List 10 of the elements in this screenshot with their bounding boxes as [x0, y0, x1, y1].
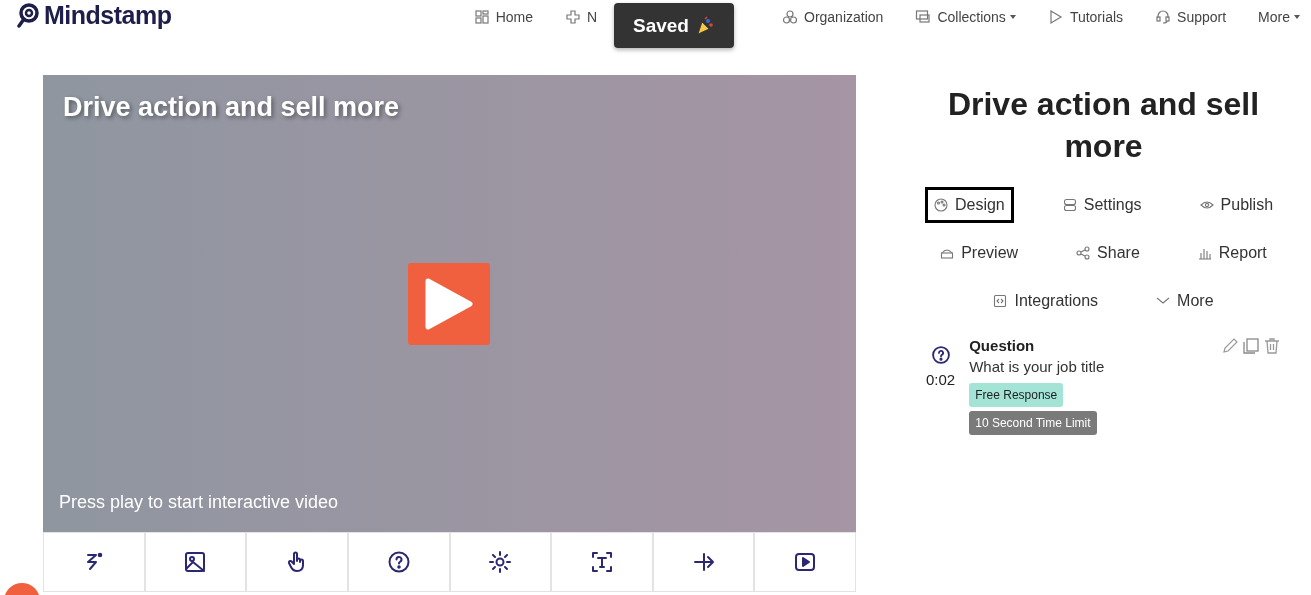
interaction-text: What is your job title [969, 358, 1105, 375]
logo-text: Mindstamp [44, 0, 172, 30]
video-title-heading: Drive action and sell more [946, 85, 1261, 166]
interaction-tag: 10 Second Time Limit [969, 411, 1097, 435]
saved-toast: Saved [614, 3, 734, 48]
timestamp: 0:02 [926, 371, 956, 388]
interaction-type: Question [969, 337, 1035, 354]
interaction-tag: Free Response [969, 383, 1064, 407]
video-caption: Press play to start interactive video [59, 492, 339, 513]
video-title: Drive action and sell more [63, 92, 400, 123]
